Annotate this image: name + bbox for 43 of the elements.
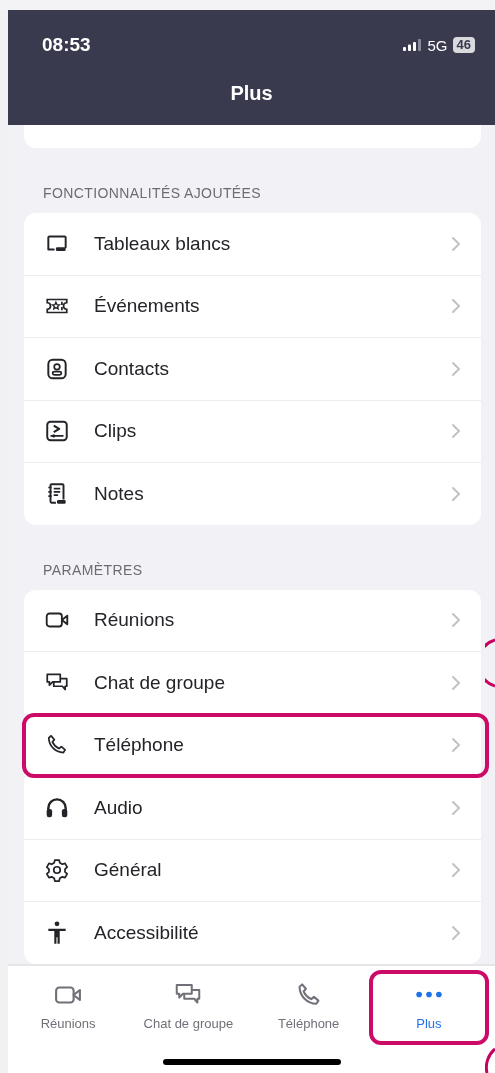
row-label: Événements — [94, 295, 201, 318]
chevron-right-icon — [451, 737, 461, 754]
tab-button[interactable]: Réunions — [8, 969, 129, 1045]
row-label: Audio — [94, 796, 144, 819]
row-label: Accessibilité — [94, 921, 200, 944]
chevron-right-icon — [451, 235, 461, 252]
row-label: Notes — [94, 482, 145, 505]
screen-title: Plus — [229, 82, 274, 105]
section-header: FONCTIONNALITÉS AJOUTÉES — [42, 184, 263, 203]
settings-row[interactable]: Audio — [24, 777, 481, 840]
section-header: PARAMÈTRES — [42, 560, 144, 580]
row-label: Tableaux blancs — [94, 232, 232, 255]
row-label: Réunions — [94, 609, 176, 632]
settings-row[interactable]: Contacts — [24, 338, 481, 401]
tab-button[interactable]: Téléphone — [248, 969, 369, 1045]
settings-row[interactable]: Événements — [24, 275, 481, 338]
row-label: Téléphone — [94, 734, 185, 757]
settings-row[interactable]: Tableaux blancs — [24, 213, 481, 276]
settings-row[interactable]: Chat de groupe — [24, 652, 481, 715]
settings-row[interactable]: Général — [24, 839, 481, 902]
signal-icon — [402, 39, 423, 51]
chevron-right-icon — [451, 612, 461, 629]
row-label: Général — [94, 859, 163, 882]
settings-row[interactable]: Téléphone — [24, 714, 481, 777]
chevron-right-icon — [451, 360, 461, 377]
battery-level: 46 — [452, 37, 475, 53]
settings-row[interactable]: Réunions — [24, 589, 481, 652]
chevron-right-icon — [451, 799, 461, 816]
row-label: Chat de groupe — [94, 671, 226, 694]
chevron-right-icon — [451, 423, 461, 440]
settings-row[interactable]: Accessibilité — [24, 902, 481, 964]
status-time: 08:53 — [42, 34, 91, 56]
row-label: Clips — [94, 420, 138, 443]
tab-button[interactable]: Chat de groupe — [128, 969, 249, 1045]
settings-row[interactable]: Clips — [24, 400, 481, 463]
network-label: 5G — [427, 36, 448, 54]
chevron-right-icon — [451, 674, 461, 691]
chevron-right-icon — [451, 862, 461, 879]
chevron-right-icon — [451, 485, 461, 502]
chevron-right-icon — [451, 298, 461, 315]
settings-row[interactable]: Notes — [24, 463, 481, 525]
chevron-right-icon — [451, 924, 461, 941]
row-label: Contacts — [94, 357, 170, 380]
